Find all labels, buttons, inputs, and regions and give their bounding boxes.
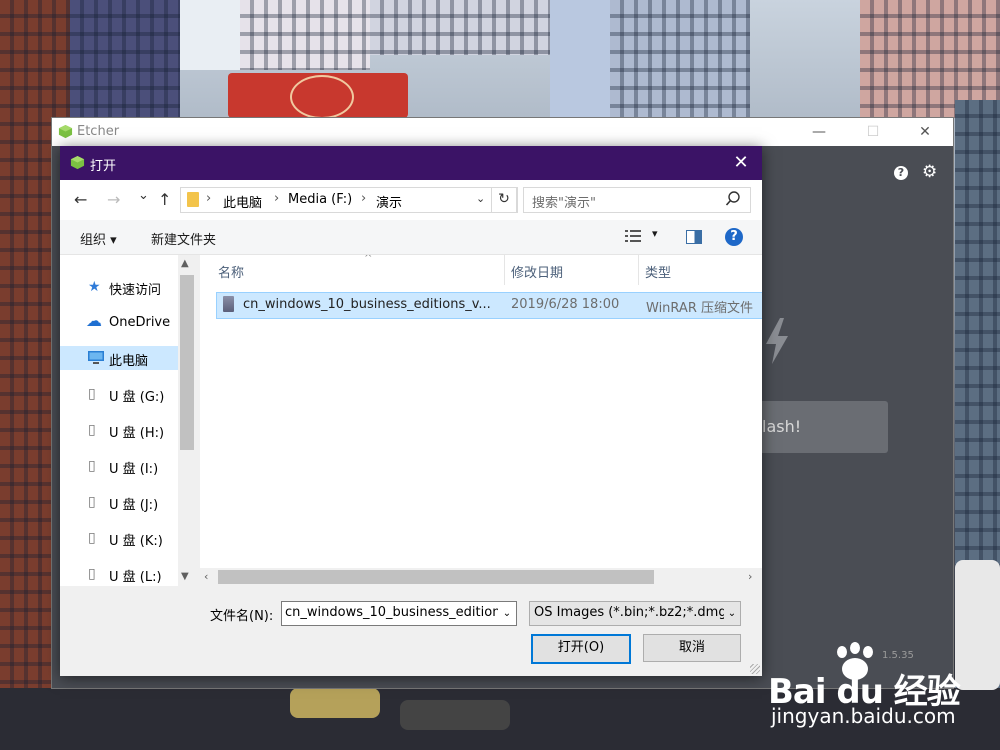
search-placeholder: 搜索"演示" <box>532 196 596 211</box>
etcher-logo-icon <box>58 124 73 139</box>
sidebar-item-label: U 盘 (I:) <box>109 462 159 477</box>
sidebar-item-usb-k[interactable]: ▯ U 盘 (K:) <box>60 526 178 550</box>
scroll-right-arrow-icon[interactable]: › <box>748 570 752 583</box>
etcher-titlebar: Etcher — ☐ ✕ <box>52 118 953 146</box>
sidebar-item-label: 快速访问 <box>109 283 162 298</box>
sidebar-item-this-pc[interactable]: 此电脑 <box>60 346 178 370</box>
etcher-help-icon[interactable]: ? <box>894 166 908 180</box>
sidebar-item-label: U 盘 (G:) <box>109 390 165 405</box>
help-icon[interactable]: ? <box>725 228 743 246</box>
settings-gear-icon[interactable]: ⚙ <box>922 162 937 182</box>
baidu-jingyan-watermark: Bai du 经验 jingyan.baidu.com <box>768 640 998 730</box>
usb-drive-icon: ▯ <box>88 530 96 546</box>
sidebar-scroll-thumb[interactable] <box>180 275 194 450</box>
dialog-close-button[interactable]: ✕ <box>720 146 762 180</box>
breadcrumb-this-pc[interactable]: 此电脑 <box>223 192 262 211</box>
dialog-title: 打开 <box>90 159 117 174</box>
file-name: cn_windows_10_business_editions_v... <box>243 297 491 312</box>
flash-button-label: lash! <box>762 417 802 436</box>
watermark-url: jingyan.baidu.com <box>771 704 956 728</box>
sidebar-item-quick-access[interactable]: ★ 快速访问 <box>60 275 178 299</box>
address-dropdown-chevron-icon[interactable]: ⌄ <box>476 192 485 205</box>
computer-icon <box>88 351 104 364</box>
sidebar-item-onedrive[interactable]: ☁ OneDrive <box>60 311 178 335</box>
sidebar-item-usb-i[interactable]: ▯ U 盘 (I:) <box>60 454 178 478</box>
flash-bolt-icon <box>766 318 788 364</box>
minimize-button[interactable]: — <box>797 118 841 146</box>
sidebar-item-usb-g[interactable]: ▯ U 盘 (G:) <box>60 382 178 406</box>
breadcrumb-yanshi[interactable]: 演示 <box>376 192 402 211</box>
usb-drive-icon: ▯ <box>88 458 96 474</box>
file-type-filter-value: OS Images (*.bin;*.bz2;*.dmg <box>534 605 727 620</box>
navigation-pane: ★ 快速访问 ☁ OneDrive 此电脑 ▯ U 盘 (G:) ▯ U 盘 (… <box>60 255 196 586</box>
back-arrow-icon[interactable]: ← <box>74 190 87 209</box>
usb-drive-icon: ▯ <box>88 386 96 402</box>
search-box[interactable]: 搜索"演示" <box>523 187 751 213</box>
sidebar-item-label: U 盘 (L:) <box>109 570 162 585</box>
file-type: WinRAR 压缩文件 <box>646 301 753 316</box>
sidebar-item-usb-j[interactable]: ▯ U 盘 (J:) <box>60 490 178 514</box>
etcher-title: Etcher <box>77 124 120 139</box>
scroll-down-arrow-icon[interactable]: ▼ <box>181 571 189 582</box>
refresh-icon[interactable]: ↻ <box>491 187 517 213</box>
filename-dropdown-chevron-icon[interactable]: ⌄ <box>498 602 516 625</box>
usb-drive-icon: ▯ <box>88 494 96 510</box>
close-button[interactable]: ✕ <box>903 118 947 146</box>
view-options-icon[interactable] <box>625 229 641 243</box>
filter-dropdown-chevron-icon[interactable]: ⌄ <box>724 602 740 625</box>
filename-label: 文件名(N): <box>210 609 274 624</box>
filename-value: cn_windows_10_business_edition <box>285 605 501 620</box>
file-type-filter-select[interactable]: OS Images (*.bin;*.bz2;*.dmg ⌄ <box>529 601 741 626</box>
navigation-bar: ← → ⌄ ↑ › 此电脑 › Media (F:) › 演示 ⌄ ↻ 搜索"演… <box>60 180 762 220</box>
cancel-button[interactable]: 取消 <box>643 634 741 662</box>
sidebar-scrollbar[interactable]: ▲ ▼ <box>178 255 196 586</box>
recent-locations-chevron-icon[interactable]: ⌄ <box>138 188 149 203</box>
usb-drive-icon: ▯ <box>88 422 96 438</box>
dialog-footer: 文件名(N): cn_windows_10_business_edition ⌄… <box>60 587 762 676</box>
sidebar-item-label: U 盘 (J:) <box>109 498 159 513</box>
command-toolbar: 组织 ▾ 新建文件夹 ▾ ? <box>60 220 762 255</box>
new-folder-button[interactable]: 新建文件夹 <box>151 229 216 248</box>
horizontal-scrollbar[interactable]: ‹ › <box>200 568 762 586</box>
file-list: 名称 ^ 修改日期 类型 cn_windows_10_business_edit… <box>200 255 762 586</box>
sidebar-item-label: OneDrive <box>109 315 171 330</box>
resize-grip-icon[interactable] <box>750 664 760 674</box>
sidebar-item-label: U 盘 (K:) <box>109 534 163 549</box>
column-header-type[interactable]: 类型 <box>639 255 762 285</box>
open-file-dialog: 打开 ✕ ← → ⌄ ↑ › 此电脑 › Media (F:) › 演示 ⌄ ↻… <box>60 146 762 676</box>
folder-icon <box>187 192 199 207</box>
file-modified: 2019/6/28 18:00 <box>511 297 620 312</box>
preview-pane-icon[interactable] <box>686 230 702 244</box>
open-button[interactable]: 打开(O) <box>531 634 631 664</box>
sort-ascending-icon: ^ <box>364 255 373 264</box>
sidebar-item-label: 此电脑 <box>109 354 149 369</box>
search-icon <box>725 191 740 206</box>
sidebar-item-label: U 盘 (H:) <box>109 426 165 441</box>
sidebar-item-usb-h[interactable]: ▯ U 盘 (H:) <box>60 418 178 442</box>
scroll-left-arrow-icon[interactable]: ‹ <box>204 570 208 583</box>
column-header-name[interactable]: 名称 ^ <box>212 255 505 285</box>
dialog-titlebar: 打开 ✕ <box>60 146 762 180</box>
etcher-logo-icon <box>70 155 85 170</box>
view-dropdown-icon[interactable]: ▾ <box>652 227 658 240</box>
cloud-icon: ☁ <box>86 311 102 330</box>
column-header-modified[interactable]: 修改日期 <box>505 255 639 285</box>
scroll-up-arrow-icon[interactable]: ▲ <box>181 258 189 269</box>
maximize-button[interactable]: ☐ <box>851 118 895 146</box>
sidebar-item-usb-l[interactable]: ▯ U 盘 (L:) <box>60 562 178 586</box>
address-bar[interactable]: › 此电脑 › Media (F:) › 演示 ⌄ <box>180 187 518 213</box>
filename-input[interactable]: cn_windows_10_business_edition ⌄ <box>281 601 517 626</box>
usb-drive-icon: ▯ <box>88 566 96 582</box>
archive-file-icon <box>223 296 234 312</box>
star-icon: ★ <box>88 279 101 295</box>
up-arrow-icon[interactable]: ↑ <box>158 190 171 209</box>
horizontal-scroll-thumb[interactable] <box>218 570 654 584</box>
forward-arrow-icon[interactable]: → <box>107 190 120 209</box>
organize-menu[interactable]: 组织 ▾ <box>80 229 117 248</box>
table-row[interactable]: cn_windows_10_business_editions_v... 201… <box>216 292 762 319</box>
breadcrumb-media-f[interactable]: Media (F:) <box>288 192 352 207</box>
